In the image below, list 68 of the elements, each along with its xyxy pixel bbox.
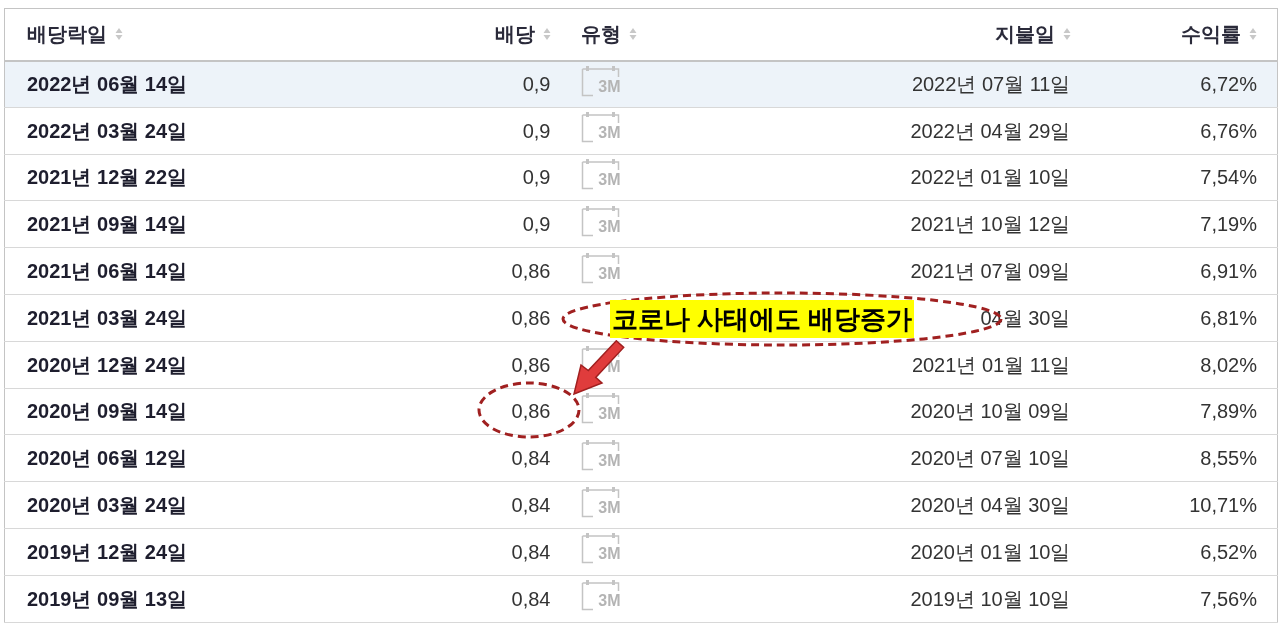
dividend-cell: 0,84	[511, 587, 551, 610]
pay-date-cell: 2021년 01월 11일	[911, 353, 1071, 376]
pay-date-cell: 2021년 07월 09일	[910, 260, 1071, 283]
column-header[interactable]: 유형	[580, 19, 637, 50]
pay-date-cell: 2020년 01월 10일	[910, 540, 1071, 563]
sort-icon[interactable]	[628, 27, 637, 42]
ex-date-cell: 2020년 12월 24일	[27, 353, 188, 376]
ex-date-cell: 2019년 09월 13일	[27, 587, 188, 610]
table-row[interactable]: 2022년 03월 24일 0,9 3M 2022년 04월 29일 6,76%	[4, 107, 1278, 155]
pay-date-cell: 2020년 07월 10일	[910, 447, 1071, 470]
pay-date-cell: 2020년 04월 30일	[910, 494, 1071, 517]
sort-icon[interactable]	[1062, 27, 1071, 42]
pay-date-cell: 2020년 10월 09일	[910, 400, 1071, 423]
ex-date-cell: 2021년 06월 14일	[27, 260, 188, 283]
pay-date-cell: 2022년 04월 29일	[910, 119, 1071, 142]
sort-icon[interactable]	[115, 27, 123, 42]
ex-date-cell: 2020년 06월 12일	[27, 447, 188, 470]
dividend-cell: 0,9	[522, 119, 551, 142]
dividend-cell: 0,86	[511, 306, 551, 329]
column-header[interactable]: 수익률	[1181, 19, 1257, 50]
dividend-cell: 0,9	[522, 73, 551, 96]
table-row[interactable]: 2019년 12월 24일 0,84 3M 2020년 01월 10일 6,52%	[4, 528, 1278, 576]
yield-cell: 7,54%	[1200, 166, 1257, 189]
ex-date-cell: 2019년 12월 24일	[27, 540, 188, 563]
dividend-cell: 0,86	[511, 353, 551, 376]
sort-icon[interactable]	[1249, 27, 1257, 42]
column-header[interactable]: 지불일	[994, 19, 1071, 50]
pay-date-cell: 2021년 10월 12일	[910, 213, 1071, 236]
yield-cell: 8,55%	[1200, 447, 1257, 470]
table-row[interactable]: 2021년 06월 14일 0,86 3M 2021년 07월 09일 6,91%	[4, 247, 1278, 295]
yield-cell: 7,56%	[1200, 587, 1257, 610]
yield-cell: 8,02%	[1200, 353, 1257, 376]
annotation-label: 코로나 사태에도 배당증가	[610, 300, 915, 338]
yield-cell: 10,71%	[1189, 494, 1257, 517]
table-row[interactable]: 2020년 09월 14일 0,86 3M 2020년 10월 09일 7,89%	[4, 388, 1278, 435]
dividend-cell: 0,84	[511, 447, 551, 470]
ex-date-cell: 2022년 06월 14일	[27, 73, 188, 96]
dividend-cell: 0,9	[522, 213, 551, 236]
ex-date-cell: 2020년 03월 24일	[27, 494, 188, 517]
yield-cell: 7,89%	[1200, 400, 1257, 423]
dividend-cell: 0,86	[511, 260, 551, 283]
column-header[interactable]: 배당락일	[27, 19, 123, 50]
table-row[interactable]: 2021년 12월 22일 0,9 3M 2022년 01월 10일 7,54%	[4, 154, 1278, 201]
ex-date-cell: 2022년 03월 24일	[27, 119, 188, 142]
yield-cell: 7,19%	[1200, 213, 1257, 236]
pay-date-cell: 2022년 01월 10일	[910, 166, 1071, 189]
table-row[interactable]: 2019년 09월 13일 0,84 3M 2019년 10월 10일 7,56%	[4, 575, 1278, 623]
dividend-cell: 0,84	[511, 494, 551, 517]
sort-icon[interactable]	[542, 27, 551, 42]
dividend-cell: 0,9	[522, 166, 551, 189]
ex-date-cell: 2020년 09월 14일	[27, 400, 188, 423]
table-row[interactable]: 2020년 06월 12일 0,84 3M 2020년 07월 10일 8,55%	[4, 434, 1278, 482]
dividend-cell: 0,86	[511, 400, 551, 423]
yield-cell: 6,91%	[1200, 260, 1257, 283]
yield-cell: 6,76%	[1200, 119, 1257, 142]
table-row[interactable]: 2021년 09월 14일 0,9 3M 2021년 10월 12일 7,19%	[4, 200, 1278, 248]
dividend-cell: 0,84	[511, 540, 551, 563]
column-header[interactable]: 배당	[494, 19, 551, 50]
pay-date-cell: 2019년 10월 10일	[910, 587, 1071, 610]
ex-date-cell: 2021년 09월 14일	[27, 213, 188, 236]
ex-date-cell: 2021년 03월 24일	[27, 306, 188, 329]
yield-cell: 6,81%	[1200, 306, 1257, 329]
yield-cell: 6,72%	[1200, 73, 1257, 96]
pay-date-cell: 2022년 07월 11일	[911, 73, 1071, 96]
arrow-icon	[570, 340, 628, 398]
ex-date-cell: 2021년 12월 22일	[27, 166, 188, 189]
yield-cell: 6,52%	[1200, 540, 1257, 563]
table-row[interactable]: 2020년 03월 24일 0,84 3M 2020년 04월 30일 10,71%	[4, 481, 1278, 529]
